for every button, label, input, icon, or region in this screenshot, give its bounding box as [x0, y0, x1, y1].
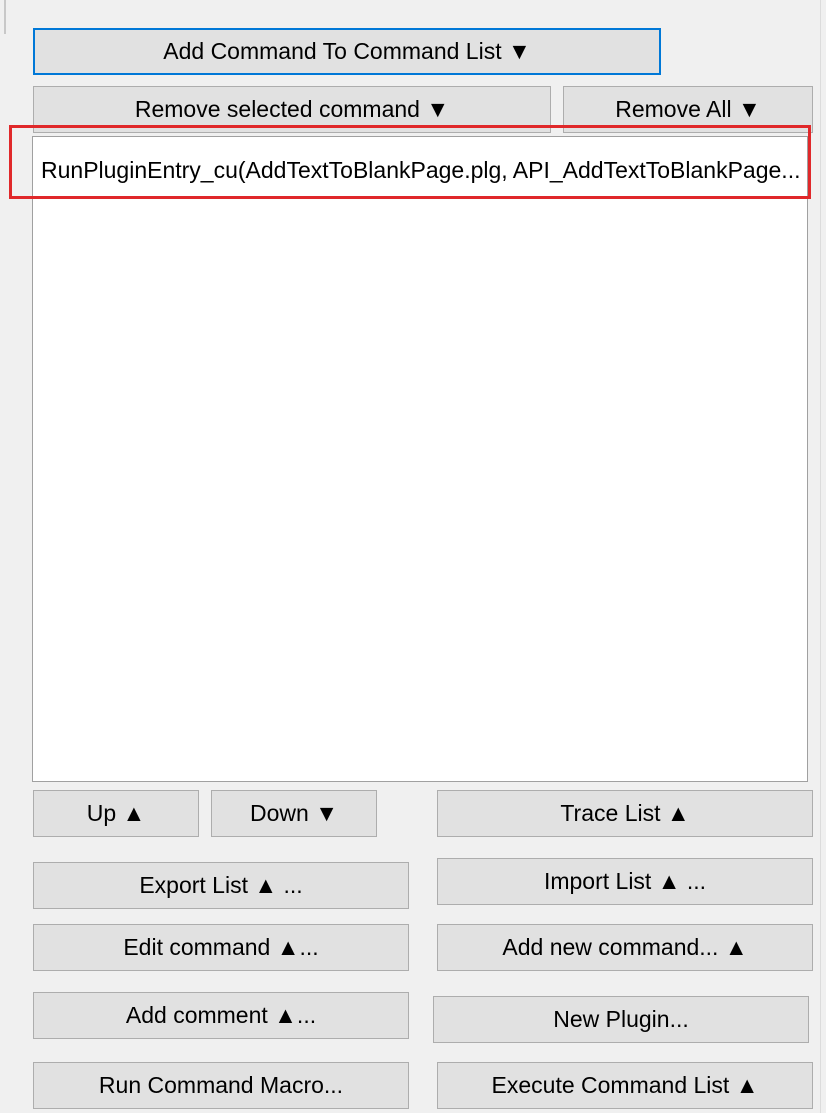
import-list-label: Import List ▲ ...	[543, 868, 707, 894]
add-new-command-button[interactable]: Add new command... ▲	[437, 924, 813, 971]
import-list-button[interactable]: Import List ▲ ...	[437, 858, 813, 905]
command-list[interactable]: RunPluginEntry_cu(AddTextToBlankPage.plg…	[32, 136, 808, 782]
panel-right-edge	[820, 0, 821, 1113]
add-command-to-command-list-label: Add Command To Command List ▼	[163, 38, 531, 64]
export-list-button[interactable]: Export List ▲ ...	[33, 862, 409, 909]
edit-command-label: Edit command ▲...	[123, 934, 319, 960]
up-label: Up ▲	[86, 800, 146, 826]
run-command-macro-button[interactable]: Run Command Macro...	[33, 1062, 409, 1109]
down-button[interactable]: Down ▼	[211, 790, 377, 837]
add-comment-button[interactable]: Add comment ▲...	[33, 992, 409, 1039]
remove-selected-command-button[interactable]: Remove selected command ▼	[33, 86, 551, 133]
add-new-command-label: Add new command... ▲	[502, 934, 748, 960]
add-command-to-command-list-button[interactable]: Add Command To Command List ▼	[33, 28, 661, 75]
execute-command-list-button[interactable]: Execute Command List ▲	[437, 1062, 813, 1109]
panel-left-edge	[4, 0, 6, 34]
down-label: Down ▼	[250, 800, 338, 826]
edit-command-button[interactable]: Edit command ▲...	[33, 924, 409, 971]
list-item[interactable]: RunPluginEntry_cu(AddTextToBlankPage.plg…	[41, 153, 801, 187]
new-plugin-button[interactable]: New Plugin...	[433, 996, 809, 1043]
remove-all-button[interactable]: Remove All ▼	[563, 86, 813, 133]
remove-selected-command-label: Remove selected command ▼	[134, 96, 450, 122]
export-list-label: Export List ▲ ...	[139, 872, 303, 898]
run-command-macro-label: Run Command Macro...	[98, 1072, 344, 1098]
trace-list-label: Trace List ▲	[560, 800, 690, 826]
add-comment-label: Add comment ▲...	[125, 1002, 317, 1028]
new-plugin-label: New Plugin...	[553, 1006, 689, 1032]
trace-list-button[interactable]: Trace List ▲	[437, 790, 813, 837]
remove-all-label: Remove All ▼	[615, 96, 761, 122]
up-button[interactable]: Up ▲	[33, 790, 199, 837]
execute-command-list-label: Execute Command List ▲	[491, 1072, 759, 1098]
